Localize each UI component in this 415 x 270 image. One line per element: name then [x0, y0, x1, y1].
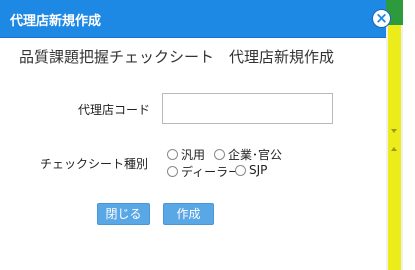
radio-label-dealer: ディーラー: [181, 165, 241, 179]
create-button[interactable]: 作成: [163, 203, 214, 225]
right-margin: [403, 0, 415, 270]
agency-code-input[interactable]: [162, 93, 333, 124]
radio-label-corporate-government: 企業･官公: [228, 148, 283, 162]
close-button[interactable]: 閉じる: [97, 203, 150, 225]
radio-circle-icon[interactable]: [167, 149, 178, 160]
close-icon[interactable]: ×: [372, 9, 391, 28]
agency-code-label: 代理店コード: [77, 103, 150, 117]
page-heading: 品質課題把握チェックシート 代理店新規作成: [19, 48, 335, 66]
radio-label-general: 汎用: [181, 148, 206, 162]
radio-label-sjp: SJP: [249, 163, 268, 177]
radio-option-dealer[interactable]: ディーラー: [167, 163, 240, 180]
radio-circle-icon[interactable]: [235, 164, 246, 176]
radio-option-sjp[interactable]: SJP: [235, 163, 267, 177]
scroll-up-arrow-icon[interactable]: [391, 147, 397, 151]
dialog-titlebar: 代理店新規作成: [0, 0, 386, 38]
radio-circle-icon[interactable]: [167, 166, 178, 177]
agency-create-dialog: 代理店新規作成 品質課題把握チェックシート 代理店新規作成 代理店コード チェッ…: [0, 0, 386, 270]
radio-option-general[interactable]: 汎用: [167, 146, 205, 163]
dialog-title: 代理店新規作成: [10, 14, 102, 29]
scroll-down-arrow-icon[interactable]: [391, 129, 397, 133]
radio-circle-icon[interactable]: [214, 149, 225, 160]
radio-option-corporate-government[interactable]: 企業･官公: [214, 146, 282, 163]
checksheet-type-label: チェックシート種別: [39, 157, 148, 171]
